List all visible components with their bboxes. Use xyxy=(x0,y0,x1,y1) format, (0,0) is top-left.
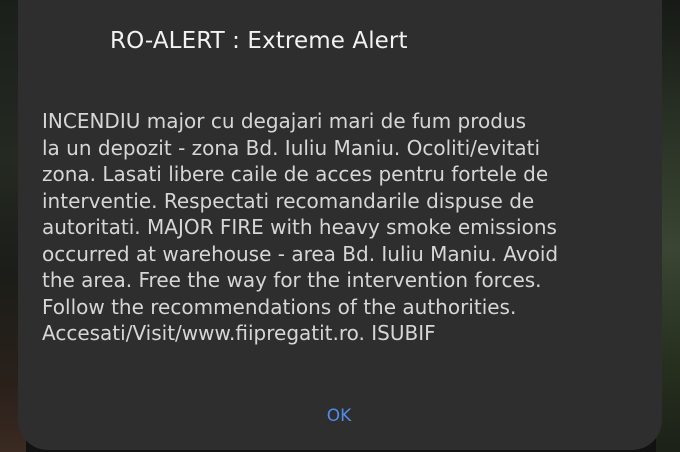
alert-message-line: Follow the recommendations of the author… xyxy=(42,294,517,319)
alert-message-line: INCENDIU major cu degajari mari de fum p… xyxy=(42,109,527,133)
alert-message-line: Accesati/Visit/www.fiipregatit.ro. ISUBI… xyxy=(42,321,436,345)
alert-message-line: occurred at warehouse - area Bd. Iuliu M… xyxy=(42,241,559,266)
ok-button[interactable]: OK xyxy=(302,398,376,434)
alert-message-line: la un depozit - zona Bd. Iuliu Maniu. Oc… xyxy=(42,135,541,160)
alert-message-line: interventie. Respectati recomandarile di… xyxy=(42,188,535,213)
alert-message-line: zona. Lasati libere caile de acces pentr… xyxy=(42,162,549,186)
alert-message-line: autoritati. MAJOR FIRE with heavy smoke … xyxy=(42,215,557,239)
emergency-alert-dialog: RO-ALERT : Extreme Alert INCENDIU major … xyxy=(18,0,662,450)
alert-message-line: the area. Free the way for the intervent… xyxy=(42,268,542,292)
alert-message: INCENDIU major cu degajari mari de fum p… xyxy=(42,108,632,347)
alert-title: RO-ALERT : Extreme Alert xyxy=(110,28,408,54)
